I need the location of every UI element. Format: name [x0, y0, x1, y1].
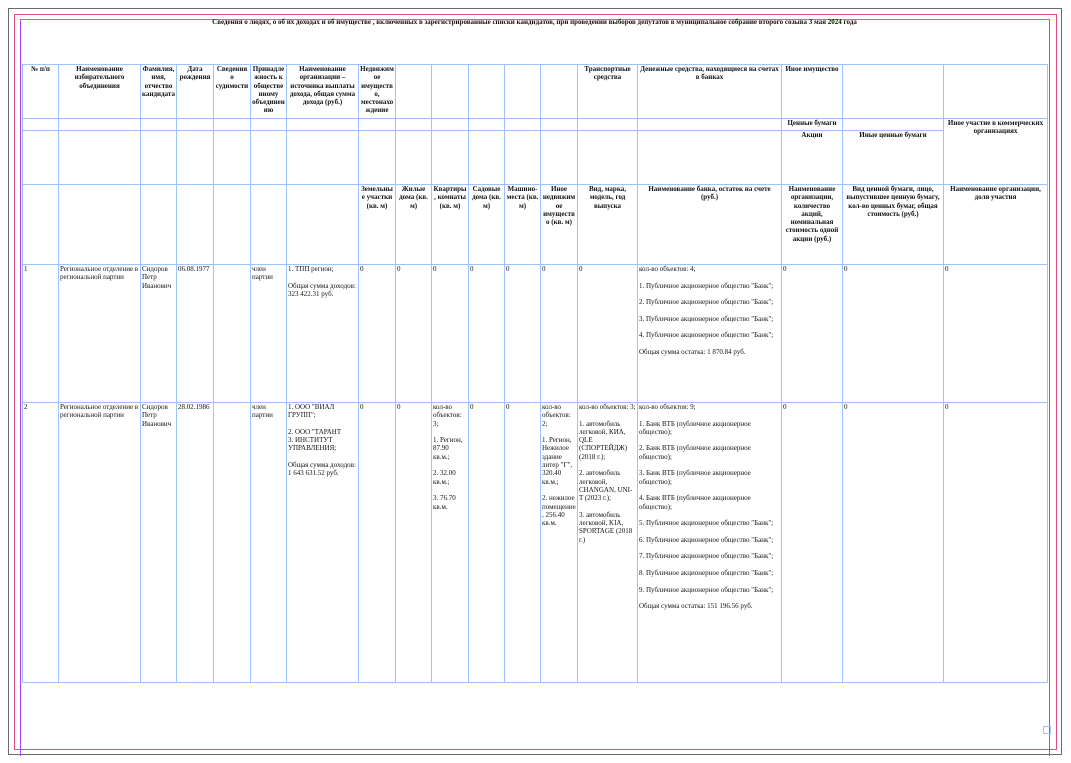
- cell-income: 1. ТПП регион; Общая сумма доходов: 323 …: [286, 264, 359, 403]
- cell-parking: 0: [504, 264, 541, 403]
- cell-other-securities: 0: [842, 264, 944, 403]
- document-title: Сведения о людях, о об их доходах и об и…: [212, 18, 857, 26]
- cell-income: 1. ООО "ВИАЛ ГРУПП"; 2. ООО "ТАРАНТ 3. И…: [286, 402, 359, 683]
- cell-garden: 0: [468, 402, 505, 683]
- header-land: Земельные участки (кв. м): [358, 184, 396, 265]
- cell-garden: 0: [468, 264, 505, 403]
- table-row: 2 Региональное отделение в региональной …: [22, 402, 1048, 683]
- header-garden: Садовые дома (кв. м): [468, 184, 505, 265]
- header-flats: Квартиры, комнаты (кв. м): [431, 184, 469, 265]
- header-other-realty: Иное недвижимое имущество (кв. м): [540, 184, 578, 265]
- cell-criminal: [213, 264, 251, 403]
- cell-participation: 0: [943, 264, 1048, 403]
- cell-parking: 0: [504, 402, 541, 683]
- cell-birth: 06.08.1977: [176, 264, 214, 403]
- header-row-2: Ценные бумаги Иное участие в коммерчески…: [22, 118, 1048, 185]
- header-parking: Машино-места (кв. м): [504, 184, 541, 265]
- cell-participation: 0: [943, 402, 1048, 683]
- header-bank-name: Наименование банка, остаток на счете (ру…: [637, 184, 782, 265]
- header-other-property: Иное имущество: [781, 64, 843, 119]
- header-money: Денежные средства, находящиеся на счетах…: [637, 64, 782, 119]
- cell-other-realty: кол-во объектов: 2; 1. Регион, Нежилое з…: [540, 402, 578, 683]
- cell-other-realty: 0: [540, 264, 578, 403]
- cell-no: 1: [22, 264, 59, 403]
- candidates-table: № п/п Наименование избирательного объеди…: [22, 64, 1048, 683]
- cell-party: Региональное отделение в региональной па…: [58, 264, 141, 403]
- cell-other-securities: 0: [842, 402, 944, 683]
- cell-criminal: [213, 402, 251, 683]
- cell-fio: Сидоров Петр Иванович: [140, 402, 177, 683]
- cell-transport: 0: [577, 264, 638, 403]
- table-row: 1 Региональное отделение в региональной …: [22, 264, 1048, 403]
- cell-flats: кол-во объектов: 3; 1. Регион, 87.90 кв.…: [431, 402, 469, 683]
- header-row-3: Акции Иные ценные бумаги: [22, 130, 1048, 185]
- header-membership: Принадлежность к общественному объединен…: [250, 64, 287, 119]
- cell-party: Региональное отделение в региональной па…: [58, 402, 141, 683]
- header-other-sec-detail: Вид ценной бумаги, лицо, выпустившее цен…: [842, 184, 944, 265]
- page-corner-marker: [1043, 726, 1051, 734]
- header-fio: Фамилия, имя, отчество кандидата: [140, 64, 177, 119]
- cell-land: 0: [358, 264, 396, 403]
- header-securities: Ценные бумаги: [781, 118, 843, 131]
- header-transport: Транспортные средства: [577, 64, 638, 119]
- cell-houses: 0: [395, 402, 432, 683]
- header-vehicle-kind: Вид, марка, модель, год выпуска: [577, 184, 638, 265]
- cell-shares: 0: [781, 402, 843, 683]
- cell-membership: член партии: [250, 402, 287, 683]
- header-no: № п/п: [22, 64, 59, 119]
- cell-money: кол-во объектов: 9; 1. Банк ВТБ (публичн…: [637, 402, 782, 683]
- cell-membership: член партии: [250, 264, 287, 403]
- cell-no: 2: [22, 402, 59, 683]
- cell-fio: Сидоров Петр Иванович: [140, 264, 177, 403]
- header-participation-detail: Наименование организации, доля участия: [943, 184, 1048, 265]
- cell-flats: 0: [431, 264, 469, 403]
- cell-birth: 28.02.1986: [176, 402, 214, 683]
- header-realty: Недвижимое имущество, местонахождение: [358, 64, 396, 119]
- cell-shares: 0: [781, 264, 843, 403]
- header-row-1: № п/п Наименование избирательного объеди…: [22, 64, 1048, 119]
- cell-land: 0: [358, 402, 396, 683]
- header-criminal: Сведения о судимости: [213, 64, 251, 119]
- header-income: Наименование организации – источника вып…: [286, 64, 359, 119]
- header-shares: Акции: [781, 130, 843, 185]
- header-other-securities: Иные ценные бумаги: [842, 130, 944, 185]
- cell-money: кол-во объектов: 4; 1. Публичное акционе…: [637, 264, 782, 403]
- header-shares-detail: Наименование организации, количество акц…: [781, 184, 843, 265]
- cell-houses: 0: [395, 264, 432, 403]
- header-houses: Жилые дома (кв. м): [395, 184, 432, 265]
- header-party: Наименование избирательного объединения: [58, 64, 141, 119]
- header-row-4: Земельные участки (кв. м) Жилые дома (кв…: [22, 184, 1048, 265]
- cell-transport: кол-во объектов: 3; 1. автомобиль легков…: [577, 402, 638, 683]
- header-birth: Дата рождения: [176, 64, 214, 119]
- header-other-participation: Иное участие в коммерческих организациях: [943, 118, 1048, 185]
